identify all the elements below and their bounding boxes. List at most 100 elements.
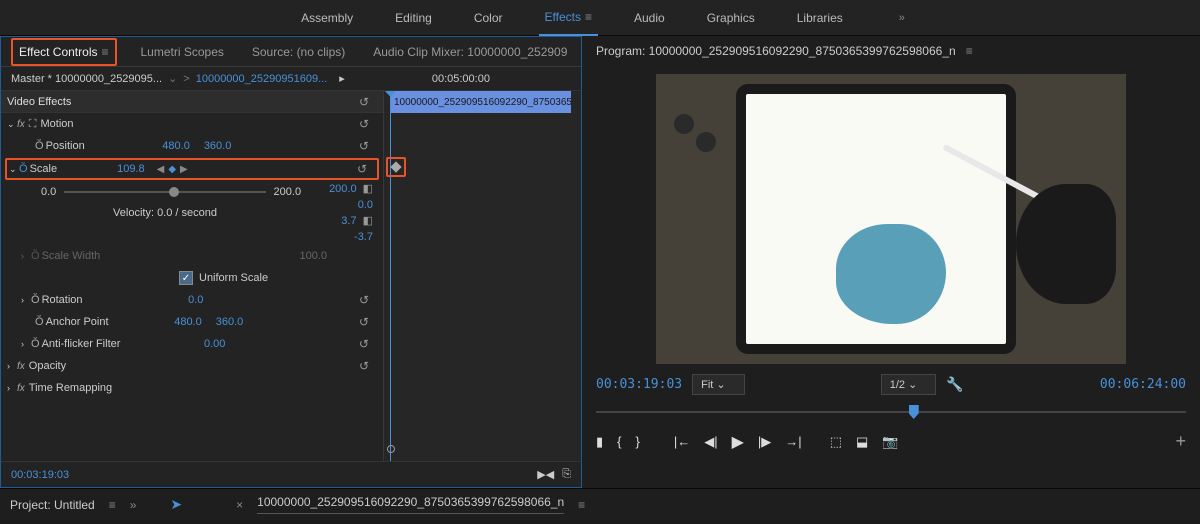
prev-keyframe[interactable]: ◀ bbox=[157, 164, 165, 175]
program-timecode-left[interactable]: 00:03:19:03 bbox=[596, 377, 682, 392]
position-x[interactable]: 480.0 bbox=[162, 140, 190, 152]
workspace-overflow[interactable]: » bbox=[899, 12, 905, 24]
graph-max[interactable]: 200.0 bbox=[329, 183, 357, 195]
reset-scale[interactable]: ↺ bbox=[357, 162, 375, 176]
loop-toggle-icon[interactable]: ▶◀ bbox=[537, 468, 554, 481]
stopwatch-scale[interactable]: Ŏ bbox=[19, 163, 28, 175]
uniform-scale-checkbox[interactable]: ✓ bbox=[179, 271, 193, 285]
graph-box-icon[interactable]: ◧ bbox=[363, 183, 373, 195]
zoom-select[interactable]: Fit ⌄ bbox=[692, 374, 745, 395]
program-scrubber[interactable] bbox=[596, 403, 1186, 421]
panel-menu-icon[interactable]: ≡ bbox=[101, 45, 108, 59]
fx-badge-icon: fx bbox=[17, 361, 25, 372]
project-tab[interactable]: Project: Untitled bbox=[10, 498, 95, 512]
stopwatch-anchor[interactable]: Ŏ bbox=[35, 316, 44, 328]
twirl-motion[interactable]: ⌄ bbox=[7, 119, 17, 130]
panel-menu-icon[interactable]: ≡ bbox=[109, 498, 116, 512]
graph-box-icon-2[interactable]: ◧ bbox=[363, 215, 373, 227]
ws-tab-effects[interactable]: Effects≡ bbox=[539, 0, 598, 36]
ws-tab-assembly[interactable]: Assembly bbox=[295, 1, 359, 35]
panel-timecode[interactable]: 00:03:19:03 bbox=[11, 469, 69, 481]
timeline-end-handle[interactable] bbox=[387, 445, 395, 453]
tab-source[interactable]: Source: (no clips) bbox=[248, 38, 349, 66]
scale-width-value: 100.0 bbox=[299, 250, 327, 262]
playhead[interactable] bbox=[390, 91, 391, 461]
stopwatch-rotation[interactable]: Ŏ bbox=[31, 294, 40, 306]
timeline-clip-bar[interactable]: 10000000_252909516092290_87503653995 bbox=[390, 91, 571, 113]
twirl-flicker[interactable]: › bbox=[21, 339, 31, 349]
go-to-out-icon[interactable]: →| bbox=[785, 434, 801, 449]
lift-icon[interactable]: ⬚ bbox=[830, 434, 842, 450]
play-only-icon[interactable]: ▸ bbox=[339, 72, 345, 85]
ws-tab-editing[interactable]: Editing bbox=[389, 1, 438, 35]
reset-anchor[interactable]: ↺ bbox=[359, 315, 377, 329]
twirl-scale[interactable]: ⌄ bbox=[9, 164, 19, 175]
add-keyframe[interactable]: ◆ bbox=[168, 164, 176, 175]
twirl-opacity[interactable]: › bbox=[7, 361, 17, 371]
stopwatch-position[interactable]: Ŏ bbox=[35, 140, 44, 152]
hand-prop bbox=[1016, 184, 1116, 304]
reset-opacity[interactable]: ↺ bbox=[359, 359, 377, 373]
graph-vel-pos[interactable]: 3.7 bbox=[341, 215, 356, 227]
workspace-tabs: Assembly Editing Color Effects≡ Audio Gr… bbox=[0, 0, 1200, 36]
scale-slider[interactable] bbox=[64, 191, 265, 193]
twirl-time-remap[interactable]: › bbox=[7, 383, 17, 393]
selection-tool-icon[interactable]: ➤ bbox=[170, 496, 182, 513]
scrub-playhead[interactable] bbox=[909, 405, 919, 419]
export-frame-icon[interactable]: ⎘ bbox=[562, 468, 571, 481]
step-forward-icon[interactable]: |▶ bbox=[758, 434, 771, 450]
opacity-label: Opacity bbox=[29, 360, 66, 372]
timeline-timecode: 00:05:00:00 bbox=[351, 73, 571, 85]
extract-icon[interactable]: ⬓ bbox=[856, 434, 868, 450]
blue-shape bbox=[836, 224, 946, 324]
panel-overflow[interactable]: » bbox=[130, 498, 137, 512]
sequence-clip-link[interactable]: 10000000_25290951609... bbox=[196, 73, 328, 85]
tab-audio-mixer[interactable]: Audio Clip Mixer: 10000000_252909 bbox=[369, 38, 571, 66]
reset-position[interactable]: ↺ bbox=[359, 139, 377, 153]
stopwatch-flicker[interactable]: Ŏ bbox=[31, 338, 40, 350]
reset-rotation[interactable]: ↺ bbox=[359, 293, 377, 307]
panel-menu-icon[interactable]: ≡ bbox=[578, 498, 585, 512]
step-back-icon[interactable]: ◀| bbox=[704, 434, 717, 450]
anchor-y[interactable]: 360.0 bbox=[216, 316, 244, 328]
fx-badge-icon: fx bbox=[17, 383, 25, 394]
wrench-icon[interactable]: 🔧 bbox=[946, 376, 963, 393]
slider-thumb[interactable] bbox=[169, 187, 179, 197]
graph-zero[interactable]: 0.0 bbox=[358, 199, 373, 211]
tab-lumetri-scopes[interactable]: Lumetri Scopes bbox=[137, 38, 228, 66]
resolution-select[interactable]: 1/2 ⌄ bbox=[881, 374, 937, 395]
ws-tab-libraries[interactable]: Libraries bbox=[791, 1, 849, 35]
rotation-value[interactable]: 0.0 bbox=[188, 294, 203, 306]
reset-icon[interactable]: ↺ bbox=[359, 95, 377, 109]
flicker-label: Anti-flicker Filter bbox=[42, 338, 121, 350]
flicker-value[interactable]: 0.00 bbox=[204, 338, 225, 350]
export-frame-icon[interactable]: 📷 bbox=[882, 434, 898, 450]
ipad-prop bbox=[736, 84, 1016, 354]
go-to-in-icon[interactable]: |← bbox=[674, 434, 690, 449]
play-icon[interactable]: ▶ bbox=[732, 432, 744, 452]
keyframe-marker[interactable] bbox=[386, 157, 406, 177]
graph-vel-neg[interactable]: -3.7 bbox=[354, 231, 373, 243]
out-point-icon[interactable]: } bbox=[636, 434, 640, 450]
scale-value[interactable]: 109.8 bbox=[117, 163, 145, 175]
panel-menu-icon[interactable]: ≡ bbox=[966, 44, 973, 58]
twirl-scale-width[interactable]: › bbox=[21, 251, 31, 261]
fidget-spinner-prop bbox=[674, 114, 724, 164]
ws-tab-audio[interactable]: Audio bbox=[628, 1, 671, 35]
sequence-tab[interactable]: 10000000_252909516092290_875036539976259… bbox=[257, 495, 564, 514]
program-monitor[interactable] bbox=[656, 74, 1126, 364]
in-point-icon[interactable]: { bbox=[617, 434, 621, 450]
next-keyframe[interactable]: ▶ bbox=[180, 164, 188, 175]
ws-tab-color[interactable]: Color bbox=[468, 1, 509, 35]
position-y[interactable]: 360.0 bbox=[204, 140, 232, 152]
twirl-rotation[interactable]: › bbox=[21, 295, 31, 305]
reset-motion[interactable]: ↺ bbox=[359, 117, 377, 131]
chevron-down-icon[interactable]: ⌄ bbox=[168, 72, 177, 85]
reset-flicker[interactable]: ↺ bbox=[359, 337, 377, 351]
marker-icon[interactable]: ▮ bbox=[596, 434, 603, 450]
tab-effect-controls[interactable]: Effect Controls≡ bbox=[11, 38, 117, 66]
program-timecode-right[interactable]: 00:06:24:00 bbox=[1100, 377, 1186, 392]
anchor-x[interactable]: 480.0 bbox=[174, 316, 202, 328]
ws-tab-graphics[interactable]: Graphics bbox=[701, 1, 761, 35]
add-button-icon[interactable]: + bbox=[1175, 431, 1186, 452]
